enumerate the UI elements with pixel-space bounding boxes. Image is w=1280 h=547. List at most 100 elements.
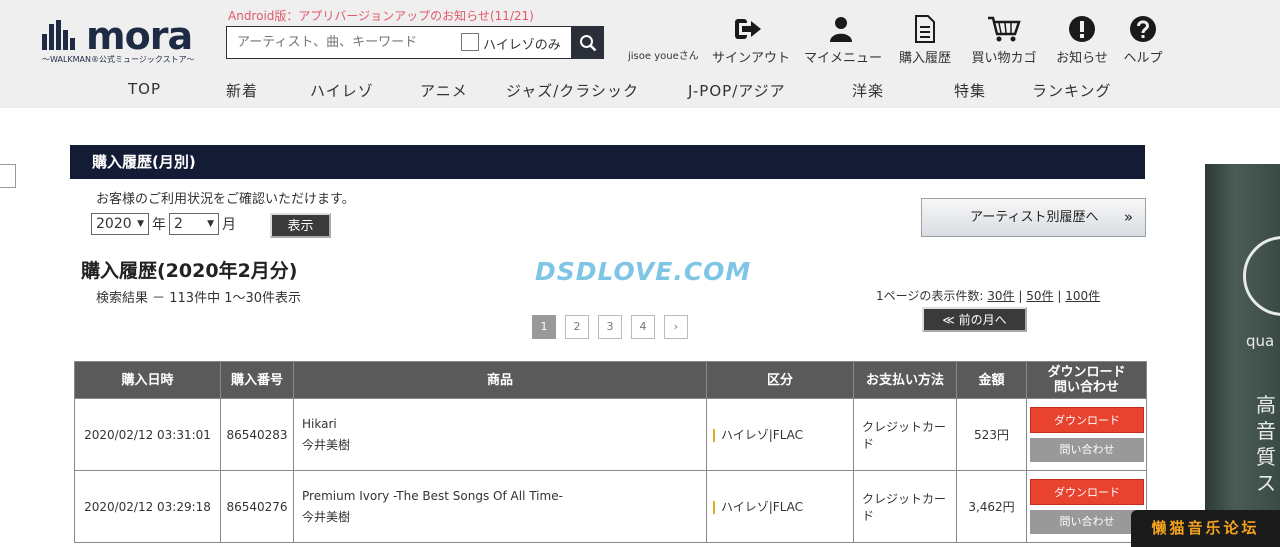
month-unit: 月	[222, 217, 236, 233]
ad-headline: 高音質ス	[1256, 393, 1276, 495]
format-marker	[713, 429, 715, 442]
month-select[interactable]: 2 ▼	[169, 213, 219, 235]
col-payment: お支払い方法	[853, 361, 957, 399]
search-input[interactable]	[227, 27, 459, 58]
purchase-history-link[interactable]: 購入履歴	[896, 14, 954, 66]
table-row: 2020/02/12 03:31:01 86540283 Hikari 今井美樹…	[74, 398, 1147, 471]
alert-icon	[1069, 16, 1095, 42]
logo-bars-icon	[42, 20, 75, 50]
purchase-history-label: 購入履歴	[898, 51, 951, 66]
product-cell: Hikari 今井美樹	[293, 398, 707, 471]
amount: 523円	[956, 398, 1027, 471]
kind-cell: ハイレゾ|FLAC	[706, 398, 854, 471]
hires-only-label: ハイレゾのみ	[483, 38, 561, 53]
year-select[interactable]: 2020 ▼	[91, 213, 149, 235]
cart-link[interactable]: 買い物カゴ	[970, 14, 1038, 66]
purchase-table: 購入日時 購入番号 商品 区分 お支払い方法 金額 ダウンロード 問い合わせ 2…	[74, 361, 1147, 543]
show-button[interactable]: 表示	[270, 213, 331, 238]
result-count: 検索結果 － 113件中 1〜30件表示	[96, 291, 302, 306]
artist-history-button[interactable]: アーティスト別履歴へ »	[921, 198, 1146, 237]
year-unit: 年	[152, 217, 166, 233]
side-tab[interactable]	[0, 164, 16, 188]
description: お客様のご利用状況をご確認いただけます。	[96, 192, 355, 207]
app-notice-link[interactable]: Android版：アプリバージョンアップのお知らせ(11/21)	[228, 7, 534, 24]
category-feature[interactable]: 特集	[954, 80, 986, 101]
hires-only-checkbox[interactable]	[461, 33, 479, 51]
user-name: jisoe youeさん	[628, 51, 699, 62]
section-title: 購入履歴(月別)	[70, 145, 1145, 179]
per-page-50[interactable]: 50件	[1026, 289, 1053, 303]
category-anime[interactable]: アニメ	[420, 80, 468, 101]
signout-link[interactable]: サインアウト	[712, 14, 791, 66]
page-1[interactable]: 1	[532, 315, 556, 339]
category-hires[interactable]: ハイレゾ	[310, 80, 374, 101]
category-top[interactable]: TOP	[128, 80, 161, 98]
purchase-number: 86540276	[220, 470, 294, 543]
category-jazz-classic[interactable]: ジャズ/クラシック	[506, 80, 639, 101]
category-western[interactable]: 洋楽	[852, 80, 884, 101]
purchase-number: 86540283	[220, 398, 294, 471]
product-artist[interactable]: 今井美樹	[302, 435, 705, 456]
action-cell: ダウンロード 問い合わせ	[1026, 470, 1147, 543]
product-title[interactable]: Hikari	[302, 414, 705, 435]
per-page-30[interactable]: 30件	[987, 289, 1014, 303]
col-action: ダウンロード 問い合わせ	[1026, 361, 1147, 399]
signout-icon	[735, 19, 761, 39]
inquiry-button[interactable]: 問い合わせ	[1030, 438, 1144, 462]
page-3[interactable]: 3	[598, 315, 622, 339]
search-button[interactable]	[571, 26, 604, 59]
purchase-date: 2020/02/12 03:31:01	[74, 398, 221, 471]
chevron-down-icon: ▼	[207, 219, 214, 229]
next-page-button[interactable]: ›	[664, 315, 688, 339]
logo-subtitle: 〜WALKMAN®公式ミュージックストア〜	[42, 55, 195, 64]
pagination: 1 2 3 4 ›	[532, 315, 688, 339]
user-icon	[830, 17, 852, 42]
product-kind: ハイレゾ|FLAC	[721, 428, 804, 442]
col-kind: 区分	[706, 361, 854, 399]
search-box: ハイレゾのみ	[226, 26, 604, 59]
category-ranking[interactable]: ランキング	[1032, 80, 1112, 101]
format-marker	[713, 501, 715, 514]
news-label: お知らせ	[1056, 51, 1108, 66]
action-cell: ダウンロード 問い合わせ	[1026, 398, 1147, 471]
help-icon	[1130, 16, 1156, 42]
product-title[interactable]: Premium Ivory -The Best Songs Of All Tim…	[302, 486, 705, 507]
cart-icon	[988, 16, 1021, 42]
double-chevron-right-icon: »	[1123, 208, 1133, 226]
per-page-100[interactable]: 100件	[1065, 289, 1100, 303]
mymenu-link[interactable]: マイメニュー	[804, 14, 883, 66]
signout-label: サインアウト	[712, 51, 791, 66]
logo-text: mora	[86, 14, 193, 58]
document-icon	[915, 15, 935, 43]
artist-history-label: アーティスト別履歴へ	[970, 210, 1099, 225]
product-kind: ハイレゾ|FLAC	[721, 500, 804, 514]
site-header: mora 〜WALKMAN®公式ミュージックストア〜 Android版：アプリバ…	[0, 0, 1280, 108]
page-2[interactable]: 2	[565, 315, 589, 339]
ad-text: qua	[1246, 332, 1275, 350]
download-button[interactable]: ダウンロード	[1030, 479, 1144, 505]
amount: 3,462円	[956, 470, 1027, 543]
category-jpop-asia[interactable]: J-POP/アジア	[688, 80, 786, 101]
cart-label: 買い物カゴ	[971, 51, 1037, 66]
table-header-row: 購入日時 購入番号 商品 区分 お支払い方法 金額 ダウンロード 問い合わせ	[74, 361, 1147, 399]
side-banner-ad[interactable]: qua 高音質ス	[1205, 164, 1280, 547]
ad-circle-graphic	[1243, 236, 1280, 316]
help-link[interactable]: ヘルプ	[1118, 14, 1168, 66]
prev-month-button[interactable]: ≪ 前の月へ	[922, 307, 1027, 332]
category-new[interactable]: 新着	[226, 80, 258, 101]
per-page-selector: 1ページの表示件数: 30件 | 50件 | 100件	[876, 289, 1101, 303]
product-artist[interactable]: 今井美樹	[302, 507, 705, 528]
search-icon	[579, 34, 596, 51]
mymenu-label: マイメニュー	[804, 51, 883, 66]
page-4[interactable]: 4	[631, 315, 655, 339]
product-cell: Premium Ivory -The Best Songs Of All Tim…	[293, 470, 707, 543]
mora-logo[interactable]: mora 〜WALKMAN®公式ミュージックストア〜	[42, 16, 204, 64]
table-row: 2020/02/12 03:29:18 86540276 Premium Ivo…	[74, 470, 1147, 543]
page-title: 購入履歴(2020年2月分)	[81, 260, 298, 282]
download-button[interactable]: ダウンロード	[1030, 407, 1144, 433]
col-date: 購入日時	[74, 361, 221, 399]
inquiry-button[interactable]: 問い合わせ	[1030, 510, 1144, 534]
news-link[interactable]: お知らせ	[1052, 14, 1112, 66]
col-product: 商品	[293, 361, 707, 399]
payment-method: クレジットカード	[853, 398, 957, 471]
